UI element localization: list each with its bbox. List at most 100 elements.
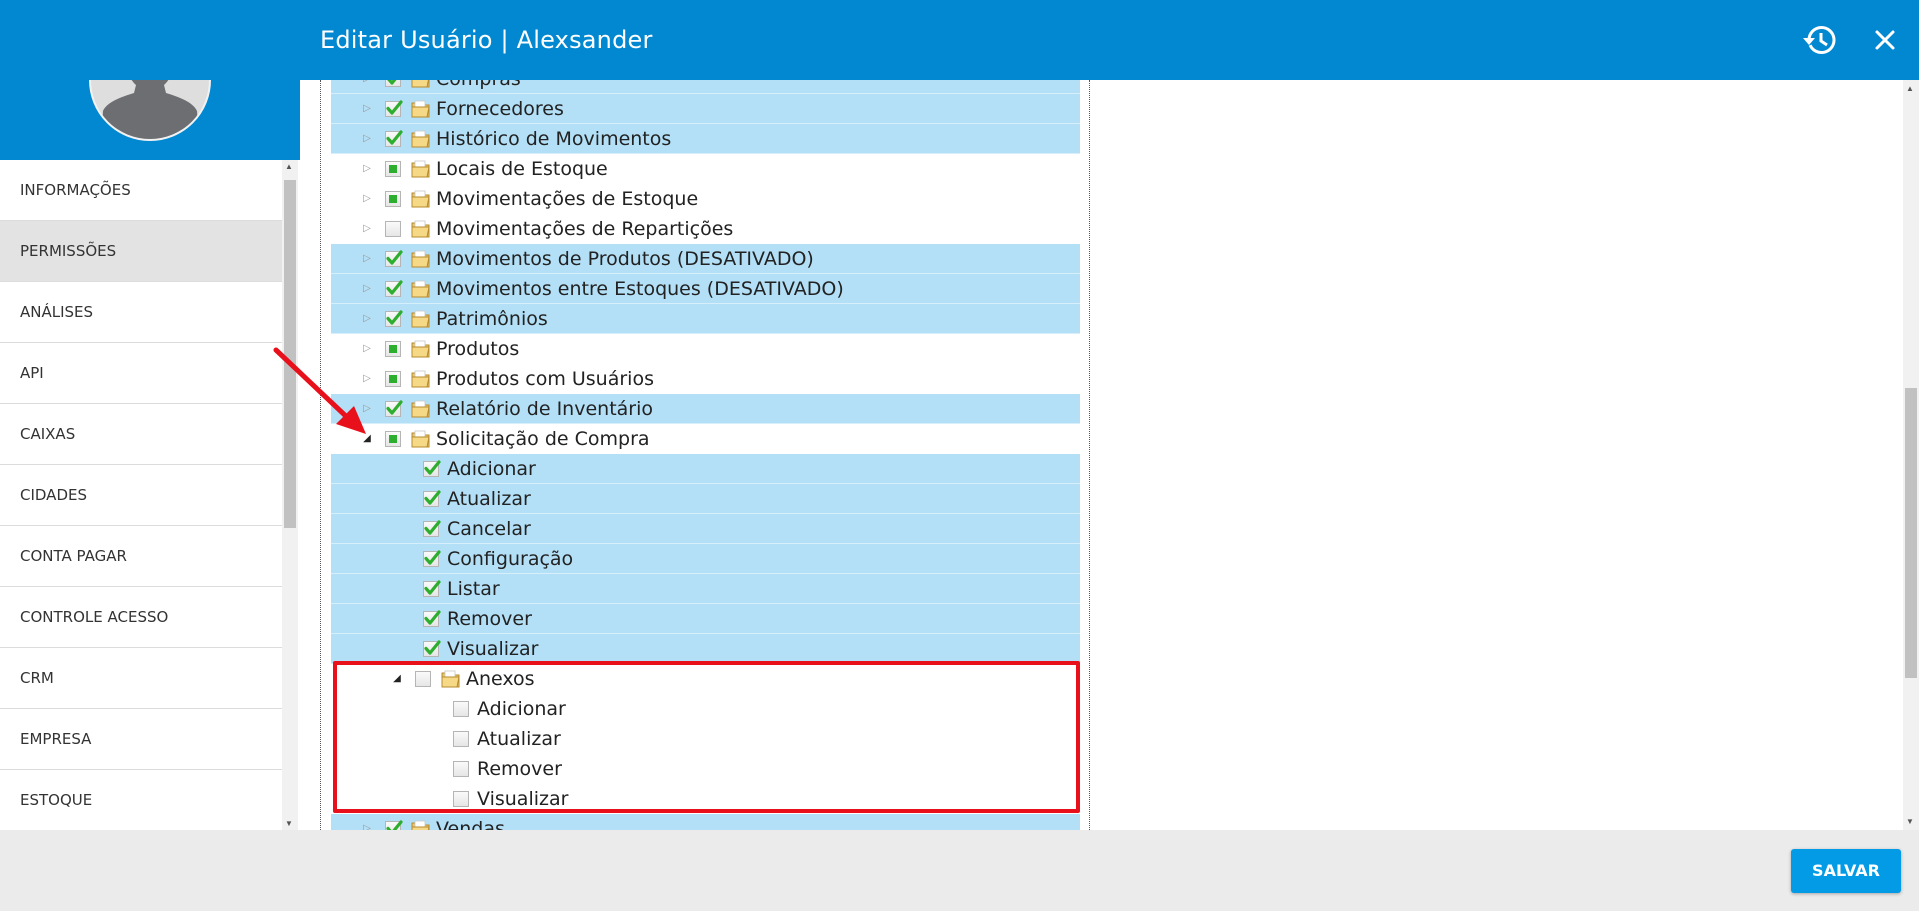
permission-group[interactable]: ▷ Histórico de Movimentos (331, 124, 1080, 154)
permission-checkbox[interactable] (423, 550, 441, 567)
permission-group[interactable]: ▷ Locais de Estoque (331, 154, 1080, 184)
content-scrollbar[interactable]: ▲ ▼ (1903, 80, 1919, 830)
permission-group[interactable]: ▷ Compras (331, 80, 1080, 94)
permission-label[interactable]: Adicionar (447, 454, 536, 484)
permission-checkbox[interactable] (385, 130, 403, 147)
permission-checkbox[interactable] (385, 310, 403, 327)
permission-label[interactable]: Listar (447, 574, 500, 604)
sidebar-item-empresa[interactable]: EMPRESA (0, 709, 282, 770)
scroll-down-icon[interactable]: ▼ (1906, 817, 1914, 826)
permission-checkbox[interactable] (385, 341, 401, 357)
permission-item[interactable]: Listar (331, 574, 1080, 604)
permission-label[interactable]: Movimentações de Estoque (436, 184, 698, 214)
permission-label[interactable]: Produtos com Usuários (436, 364, 654, 394)
permission-label[interactable]: Visualizar (447, 634, 538, 664)
permission-label[interactable]: Atualizar (447, 484, 531, 514)
permission-group[interactable]: ▷ Movimentações de Repartições (331, 214, 1080, 244)
expand-toggle-icon[interactable]: ▷ (361, 283, 373, 295)
permission-label[interactable]: Solicitação de Compra (436, 424, 650, 454)
permission-item[interactable]: Visualizar (331, 634, 1080, 664)
permission-group[interactable]: ▷ Relatório de Inventário (331, 394, 1080, 424)
expand-toggle-icon[interactable]: ▷ (361, 103, 373, 115)
permission-label[interactable]: Remover (447, 604, 532, 634)
permission-checkbox[interactable] (385, 100, 403, 117)
sidebar-item-estoque[interactable]: ESTOQUE (0, 770, 282, 830)
permission-group[interactable]: ▷ Movimentos entre Estoques (DESATIVADO) (331, 274, 1080, 304)
permission-label[interactable]: Movimentações de Repartições (436, 214, 733, 244)
permission-label[interactable]: Vendas (436, 814, 505, 830)
sidebar-item-conta-pagar[interactable]: CONTA PAGAR (0, 526, 282, 587)
expand-toggle-icon[interactable]: ▷ (361, 823, 373, 830)
permission-group[interactable]: ▷ Produtos com Usuários (331, 364, 1080, 394)
scroll-up-icon[interactable]: ▲ (1906, 84, 1914, 93)
permission-group[interactable]: ▷ Movimentações de Estoque (331, 184, 1080, 214)
expand-toggle-icon[interactable]: ▷ (361, 133, 373, 145)
permission-label[interactable]: Movimentos entre Estoques (DESATIVADO) (436, 274, 844, 304)
save-button[interactable]: SALVAR (1791, 849, 1901, 893)
expand-toggle-icon[interactable]: ▷ (361, 253, 373, 265)
permission-checkbox[interactable] (385, 80, 401, 87)
sidebar-item-informações[interactable]: INFORMAÇÕES (0, 160, 282, 221)
folder-icon (411, 189, 431, 208)
permission-group[interactable]: ◢ Solicitação de Compra (331, 424, 1080, 454)
folder-icon (411, 369, 431, 388)
permission-checkbox[interactable] (385, 371, 401, 387)
expand-toggle-icon[interactable]: ▷ (361, 193, 373, 205)
expand-toggle-icon[interactable]: ▷ (361, 223, 373, 235)
permission-checkbox[interactable] (423, 580, 441, 597)
permission-checkbox[interactable] (385, 191, 401, 207)
permission-checkbox[interactable] (423, 460, 441, 477)
content-scroll-thumb[interactable] (1905, 388, 1917, 678)
permission-item[interactable]: Configuração (331, 544, 1080, 574)
sidebar-item-crm[interactable]: CRM (0, 648, 282, 709)
permission-label[interactable]: Fornecedores (436, 94, 564, 124)
permission-item[interactable]: Adicionar (331, 454, 1080, 484)
permission-label[interactable]: Compras (436, 80, 521, 94)
permission-checkbox[interactable] (385, 221, 401, 237)
expand-toggle-icon[interactable]: ▷ (361, 313, 373, 325)
sidebar-scrollbar[interactable]: ▲ ▼ (282, 160, 298, 830)
permission-label[interactable]: Produtos (436, 334, 519, 364)
permission-group[interactable]: ▷ Vendas (331, 814, 1080, 830)
permission-label[interactable]: Relatório de Inventário (436, 394, 653, 424)
sidebar-item-cidades[interactable]: CIDADES (0, 465, 282, 526)
permission-label[interactable]: Locais de Estoque (436, 154, 608, 184)
close-button[interactable] (1867, 22, 1903, 58)
permission-group[interactable]: ▷ Movimentos de Produtos (DESATIVADO) (331, 244, 1080, 274)
permission-label[interactable]: Cancelar (447, 514, 531, 544)
permission-label[interactable]: Histórico de Movimentos (436, 124, 671, 154)
folder-icon (411, 309, 431, 328)
sidebar-item-análises[interactable]: ANÁLISES (0, 282, 282, 343)
permission-item[interactable]: Atualizar (331, 484, 1080, 514)
permission-checkbox[interactable] (385, 820, 403, 830)
sidebar-item-caixas[interactable]: CAIXAS (0, 404, 282, 465)
folder-icon (411, 219, 431, 238)
permission-item[interactable]: Remover (331, 604, 1080, 634)
sidebar-item-controle-acesso[interactable]: CONTROLE ACESSO (0, 587, 282, 648)
scroll-down-icon[interactable]: ▼ (285, 819, 293, 828)
folder-icon (411, 159, 431, 178)
scroll-up-icon[interactable]: ▲ (285, 162, 293, 171)
permission-checkbox[interactable] (423, 610, 441, 627)
permission-checkbox[interactable] (423, 640, 441, 657)
permission-checkbox[interactable] (385, 400, 403, 417)
sidebar-item-permissões[interactable]: PERMISSÕES (0, 221, 282, 282)
history-button[interactable] (1802, 22, 1838, 58)
permission-group[interactable]: ▷ Fornecedores (331, 94, 1080, 124)
permission-item[interactable]: Cancelar (331, 514, 1080, 544)
permission-checkbox[interactable] (385, 250, 403, 267)
permission-group[interactable]: ▷ Produtos (331, 334, 1080, 364)
expand-toggle-icon[interactable]: ▷ (361, 80, 373, 85)
permission-label[interactable]: Movimentos de Produtos (DESATIVADO) (436, 244, 814, 274)
expand-toggle-icon[interactable]: ▷ (361, 163, 373, 175)
sidebar-item-api[interactable]: API (0, 343, 282, 404)
permission-checkbox[interactable] (423, 520, 441, 537)
permission-checkbox[interactable] (385, 431, 401, 447)
permission-checkbox[interactable] (385, 161, 401, 177)
permission-label[interactable]: Configuração (447, 544, 573, 574)
folder-icon (411, 80, 431, 88)
permission-label[interactable]: Patrimônios (436, 304, 548, 334)
permission-group[interactable]: ▷ Patrimônios (331, 304, 1080, 334)
permission-checkbox[interactable] (423, 490, 441, 507)
permission-checkbox[interactable] (385, 280, 403, 297)
